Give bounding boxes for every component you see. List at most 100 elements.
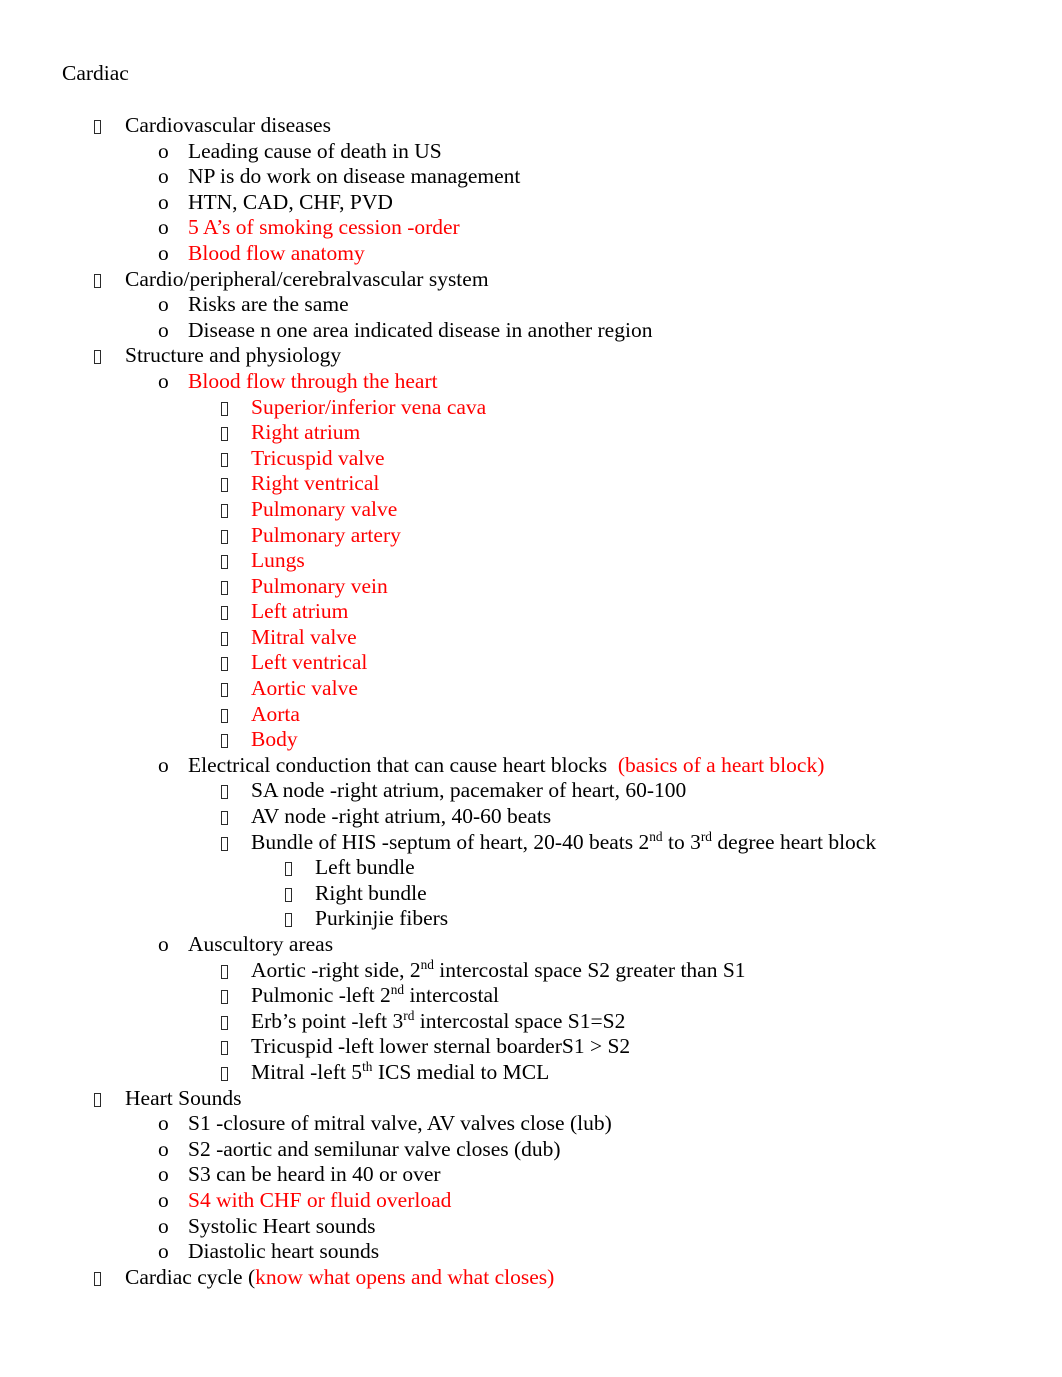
bullet-box-icon [94, 1086, 101, 1112]
outline-item-label: Risks are the same [188, 292, 349, 317]
outline-item-label: S1 -closure of mitral valve, AV valves c… [188, 1111, 612, 1136]
outline-item-label: NP is do work on disease management [188, 164, 521, 189]
bullet-box-icon [221, 471, 228, 497]
outline-item-label: Mitral -left 5th ICS medial to MCL [251, 1058, 550, 1084]
outline-item-l1: Cardiovascular diseases [0, 113, 1062, 139]
outline-item-label: Diastolic heart sounds [188, 1239, 380, 1264]
outline-item-label: Left bundle [315, 855, 415, 880]
outline-item-l2: o Leading cause of death in US [0, 139, 1062, 165]
bullet-o-icon: o [158, 317, 169, 342]
outline-item-label: Leading cause of death in US [188, 138, 442, 163]
bullet-box-icon [221, 650, 228, 676]
outline-item-l1: Cardiac cycle (know what opens and what … [0, 1265, 1062, 1291]
bullet-o-icon: o [158, 1136, 169, 1161]
bullet-box-icon [94, 1265, 101, 1291]
outline-item-l3: Pulmonic -left 2nd intercostal [0, 983, 1062, 1009]
bullet-o-icon: o [158, 189, 169, 214]
bullet-box-icon [221, 958, 228, 984]
bullet-box-icon [221, 1034, 228, 1060]
bullet-box-icon [221, 676, 228, 702]
outline-item-label: Pulmonic -left 2nd intercostal [251, 982, 499, 1008]
bullet-box-icon [221, 983, 228, 1009]
bullet-box-icon [94, 113, 101, 139]
outline-item-label: S4 with CHF or fluid overload [188, 1187, 452, 1212]
outline-item-l3: Left atrium [0, 599, 1062, 625]
bullet-o-icon: o [158, 1187, 169, 1212]
bullet-o-icon: o [158, 1162, 169, 1187]
outline-item-label: 5 A’s of smoking cession -order [188, 215, 460, 240]
bullet-o-icon: o [158, 138, 169, 163]
outline-item-l3: Tricuspid -left lower sternal boarderS1 … [0, 1034, 1062, 1060]
outline-item-label: Blood flow anatomy [188, 240, 365, 265]
outline-item-l3: SA node -right atrium, pacemaker of hear… [0, 778, 1062, 804]
bullet-o-icon: o [158, 1111, 169, 1136]
outline-item-l3: Aortic -right side, 2nd intercostal spac… [0, 956, 1062, 984]
bullet-box-icon [221, 497, 228, 523]
outline-item-label: Aortic valve [251, 676, 358, 701]
outline-item-label: S3 can be heard in 40 or over [188, 1162, 441, 1187]
outline-item-label: Pulmonary artery [251, 522, 401, 547]
outline-item-l2: o S1 -closure of mitral valve, AV valves … [0, 1111, 1062, 1137]
bullet-o-icon: o [158, 215, 169, 240]
outline-item-label: Cardio/peripheral/cerebralvascular syste… [125, 266, 489, 291]
bullet-box-icon [285, 855, 292, 881]
outline-item-l3: Tricuspid valve [0, 446, 1062, 472]
outline-item-l1: Heart Sounds [0, 1086, 1062, 1112]
bullet-o-icon: o [158, 1239, 169, 1264]
outline-item-l3: Pulmonary valve [0, 497, 1062, 523]
outline-item-l4: Purkinjie fibers [0, 906, 1062, 932]
outline-item-l2: o Risks are the same [0, 292, 1062, 318]
outline-item-l3: Body [0, 727, 1062, 753]
bullet-box-icon [221, 625, 228, 651]
outline-item-label: Right atrium [251, 420, 361, 445]
outline-item-l2: o S2 -aortic and semilunar valve closes (… [0, 1137, 1062, 1163]
outline-item-label: Heart Sounds [125, 1085, 242, 1110]
outline-item-l2: o 5 A’s of smoking cession -order [0, 215, 1062, 241]
outline-item-label: Left ventrical [251, 650, 368, 675]
outline-item-label: Aortic -right side, 2nd intercostal spac… [251, 956, 746, 982]
outline-item-l3: AV node -right atrium, 40-60 beats [0, 804, 1062, 830]
outline-item-label: Purkinjie fibers [315, 906, 449, 931]
outline-item-label: Cardiac cycle (know what opens and what … [125, 1264, 555, 1289]
page-title: Cardiac [62, 61, 129, 85]
bullet-o-icon: o [158, 292, 169, 317]
bullet-box-icon [221, 420, 228, 446]
outline-item-label: Cardiovascular diseases [125, 113, 331, 137]
outline-item-l2: o Blood flow anatomy [0, 241, 1062, 267]
bullet-box-icon [221, 804, 228, 830]
bullet-box-icon [221, 727, 228, 753]
outline-item-label: Left atrium [251, 599, 349, 624]
bullet-box-icon [221, 778, 228, 804]
outline-item-l3: Right atrium [0, 420, 1062, 446]
bullet-box-icon [221, 1009, 228, 1035]
bullet-o-icon: o [158, 752, 169, 777]
outline-item-label: AV node -right atrium, 40-60 beats [251, 804, 552, 829]
outline-item-label: Structure and physiology [125, 343, 342, 368]
outline-item-label: Tricuspid valve [251, 445, 385, 470]
bullet-box-icon [221, 523, 228, 549]
outline-item-l3: Pulmonary artery [0, 523, 1062, 549]
outline-item-l2: o Systolic Heart sounds [0, 1214, 1062, 1240]
outline-item-l3: Left ventrical [0, 650, 1062, 676]
outline-item-label: S2 -aortic and semilunar valve closes (d… [188, 1136, 561, 1161]
outline-item-label: Right ventrical [251, 471, 380, 496]
outline-item-label: Auscultory areas [188, 932, 334, 956]
bullet-box-icon [221, 599, 228, 625]
outline-item-label: SA node -right atrium, pacemaker of hear… [251, 778, 687, 803]
outline-item-l3: Bundle of HIS -septum of heart, 20-40 be… [0, 828, 1062, 856]
bullet-box-icon [221, 1060, 228, 1086]
bullet-o-icon: o [158, 932, 169, 956]
outline-item-label: Bundle of HIS -septum of heart, 20-40 be… [251, 828, 877, 854]
outline-item-label: Body [251, 727, 298, 752]
outline-item-l1: Structure and physiology [0, 343, 1062, 369]
outline-item-l4: Right bundle [0, 881, 1062, 907]
outline-item-l3: Superior/inferior vena cava [0, 395, 1062, 421]
outline-item-label: Lungs [251, 548, 305, 573]
outline-item-l3: Pulmonary vein [0, 574, 1062, 600]
outline-item-l3: Aorta [0, 702, 1062, 728]
bullet-o-icon: o [158, 1213, 169, 1238]
outline-item-label: Pulmonary valve [251, 496, 398, 521]
outline-item-label: Tricuspid -left lower sternal boarderS1 … [251, 1034, 631, 1059]
outline-item-label: Mitral valve [251, 624, 357, 649]
outline-item-l2: o HTN, CAD, CHF, PVD [0, 190, 1062, 216]
